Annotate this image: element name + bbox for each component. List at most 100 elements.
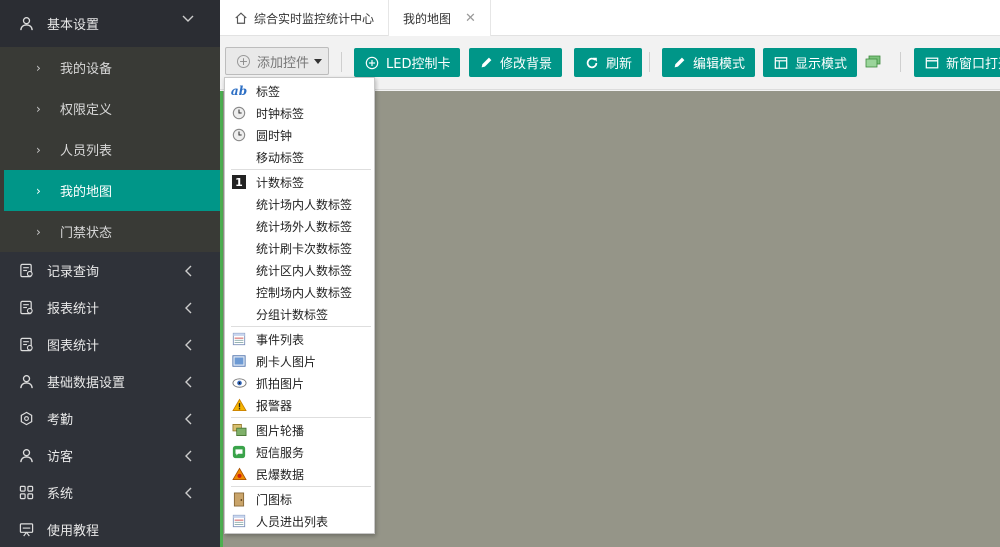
menu-item-text: 控制场内人数标签 bbox=[256, 285, 353, 300]
sidebar-group-basic-settings[interactable]: 基本设置 bbox=[0, 0, 220, 47]
menu-item-text: 统计区内人数标签 bbox=[256, 263, 353, 278]
list-icon bbox=[231, 513, 247, 529]
menu-item-entry-exit-list[interactable]: 人员进出列表 bbox=[225, 510, 374, 532]
menu-item-sms-service[interactable]: 短信服务 bbox=[225, 441, 374, 463]
close-icon[interactable]: ✕ bbox=[465, 11, 476, 26]
refresh-button[interactable]: 刷新 bbox=[574, 48, 643, 77]
sidebar-item-door-status[interactable]: › 门禁状态 bbox=[0, 211, 220, 252]
pencil-icon bbox=[673, 56, 686, 69]
sidebar-group-visitors[interactable]: 访客 bbox=[0, 437, 220, 474]
sidebar-item-my-devices[interactable]: › 我的设备 bbox=[0, 47, 220, 88]
home-icon bbox=[234, 11, 248, 25]
menu-item-control-inside[interactable]: 控制场内人数标签 bbox=[225, 281, 374, 303]
chevron-down-icon bbox=[182, 0, 194, 37]
menu-item-text: 标签 bbox=[256, 84, 281, 99]
menu-item-text: 统计刷卡次数标签 bbox=[256, 241, 353, 256]
chevron-right-icon: › bbox=[36, 183, 41, 198]
chevron-right-icon: › bbox=[36, 101, 41, 116]
menu-item-text: 人员进出列表 bbox=[256, 514, 329, 529]
menu-item-count-swipes[interactable]: 统计刷卡次数标签 bbox=[225, 237, 374, 259]
sidebar-item-label: 门禁状态 bbox=[60, 226, 113, 241]
divider bbox=[900, 52, 901, 72]
sidebar-group-charts[interactable]: 图表统计 bbox=[0, 326, 220, 363]
tab-my-map[interactable]: 我的地图 ✕ bbox=[389, 0, 491, 36]
chevron-right-icon: › bbox=[36, 142, 41, 157]
eye-icon bbox=[231, 375, 247, 391]
sidebar-item-personnel-list[interactable]: › 人员列表 bbox=[0, 129, 220, 170]
explosive-warning-icon bbox=[231, 466, 247, 482]
menu-item-text: 门图标 bbox=[256, 492, 293, 507]
menu-item-count-zone[interactable]: 统计区内人数标签 bbox=[225, 259, 374, 281]
menu-item-text: 图片轮播 bbox=[256, 423, 305, 438]
sidebar-group-label: 访客 bbox=[47, 450, 74, 465]
edit-mode-label: 编辑模式 bbox=[693, 57, 746, 72]
report-icon bbox=[18, 300, 34, 316]
sidebar-group-label: 基本设置 bbox=[47, 18, 100, 33]
sidebar-group-basic-data[interactable]: 基础数据设置 bbox=[0, 363, 220, 400]
sidebar-group-reports[interactable]: 报表统计 bbox=[0, 289, 220, 326]
refresh-icon bbox=[585, 56, 599, 70]
tutorial-icon bbox=[18, 522, 34, 538]
menu-item-cardholder-photo[interactable]: 刷卡人图片 bbox=[225, 350, 374, 372]
sidebar-group-attendance[interactable]: 考勤 bbox=[0, 400, 220, 437]
layers-icon[interactable] bbox=[865, 55, 881, 69]
slideshow-icon bbox=[231, 422, 247, 438]
pencil-icon bbox=[480, 56, 493, 69]
counter-icon: 1 bbox=[231, 174, 247, 190]
divider bbox=[649, 52, 650, 72]
sidebar-group-records[interactable]: 记录查询 bbox=[0, 252, 220, 289]
add-control-dropdown[interactable]: + 添加控件 bbox=[225, 47, 329, 75]
menu-item-text: 时钟标签 bbox=[256, 106, 305, 121]
menu-item-text: 报警器 bbox=[256, 398, 293, 413]
menu-divider bbox=[231, 486, 371, 487]
led-card-label: LED控制卡 bbox=[386, 57, 451, 72]
menu-item-text: 移动标签 bbox=[256, 150, 305, 165]
record-icon bbox=[18, 263, 34, 279]
chevron-left-icon bbox=[184, 363, 192, 400]
sidebar-group-label: 基础数据设置 bbox=[47, 376, 126, 391]
menu-item-count-outside[interactable]: 统计场外人数标签 bbox=[225, 215, 374, 237]
menu-item-door-icon[interactable]: 门图标 bbox=[225, 488, 374, 510]
menu-divider bbox=[231, 326, 371, 327]
menu-item-group-count[interactable]: 分组计数标签 bbox=[225, 303, 374, 325]
chevron-left-icon bbox=[184, 437, 192, 474]
attendance-icon bbox=[18, 411, 34, 427]
menu-item-count-inside[interactable]: 统计场内人数标签 bbox=[225, 193, 374, 215]
menu-item-moving-label[interactable]: 移动标签 bbox=[225, 146, 374, 168]
menu-item-slideshow[interactable]: 图片轮播 bbox=[225, 419, 374, 441]
sidebar-group-tutorial[interactable]: 使用教程 bbox=[0, 511, 220, 547]
menu-item-text: 民爆数据 bbox=[256, 467, 305, 482]
menu-divider bbox=[231, 169, 371, 170]
open-new-window-button[interactable]: 新窗口打开 bbox=[914, 48, 1000, 77]
user-icon bbox=[18, 16, 34, 32]
sidebar-item-my-map[interactable]: › 我的地图 bbox=[4, 170, 220, 211]
menu-item-alarm[interactable]: 报警器 bbox=[225, 394, 374, 416]
refresh-label: 刷新 bbox=[606, 57, 633, 72]
menu-item-snapshot[interactable]: 抓拍图片 bbox=[225, 372, 374, 394]
list-icon bbox=[231, 331, 247, 347]
menu-item-clock-label[interactable]: 时钟标签 bbox=[225, 102, 374, 124]
ab-text-icon: ab bbox=[230, 84, 248, 98]
menu-item-event-list[interactable]: 事件列表 bbox=[225, 328, 374, 350]
menu-item-counter-label[interactable]: 1 计数标签 bbox=[225, 171, 374, 193]
tab-label: 我的地图 bbox=[403, 11, 452, 26]
menu-item-text: 抓拍图片 bbox=[256, 376, 305, 391]
menu-item-label[interactable]: ab 标签 bbox=[225, 80, 374, 102]
chevron-left-icon bbox=[184, 289, 192, 326]
menu-item-round-clock[interactable]: 圆时钟 bbox=[225, 124, 374, 146]
sidebar-item-permissions[interactable]: › 权限定义 bbox=[0, 88, 220, 129]
change-background-label: 修改背景 bbox=[500, 57, 553, 72]
sidebar: 基本设置 › 我的设备 › 权限定义 › 人员列表 › 我的地图 › 门禁状态 bbox=[0, 0, 220, 547]
sidebar-group-label: 记录查询 bbox=[47, 265, 100, 280]
menu-item-explosives-data[interactable]: 民爆数据 bbox=[225, 463, 374, 485]
sidebar-group-system[interactable]: 系统 bbox=[0, 474, 220, 511]
caret-down-icon bbox=[314, 59, 322, 64]
sidebar-group-label: 使用教程 bbox=[47, 524, 100, 539]
user-icon bbox=[18, 374, 34, 390]
add-control-menu: ab 标签 时钟标签 圆时钟 移动标签 1 计数标签 统计场内人数标签 统计场外… bbox=[224, 77, 375, 534]
edit-mode-button[interactable]: 编辑模式 bbox=[662, 48, 756, 77]
led-card-button[interactable]: LED控制卡 bbox=[354, 48, 461, 77]
display-mode-button[interactable]: 显示模式 bbox=[763, 48, 858, 77]
change-background-button[interactable]: 修改背景 bbox=[469, 48, 563, 77]
tab-home[interactable]: 综合实时监控统计中心 bbox=[220, 0, 390, 36]
